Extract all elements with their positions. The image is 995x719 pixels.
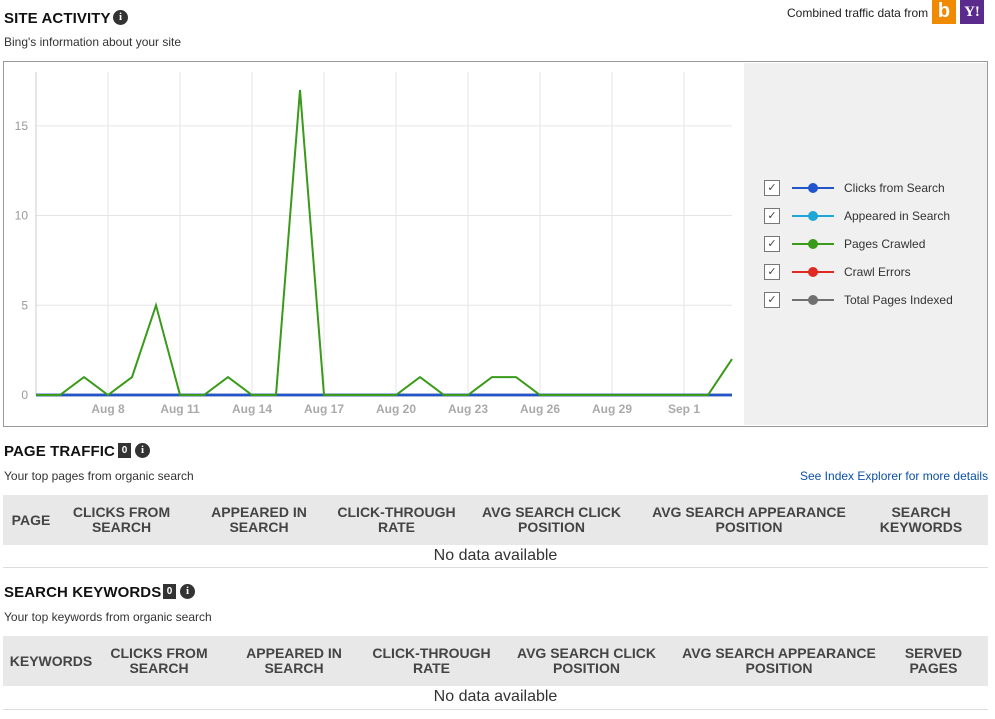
legend-checkbox[interactable]: ✓ (764, 236, 780, 252)
divider (3, 567, 988, 568)
page-traffic-title: PAGE TRAFFIC (4, 443, 115, 460)
divider (3, 709, 988, 710)
x-tick-label: Aug 20 (376, 402, 416, 416)
empty-table-message: No data available (433, 688, 558, 705)
column-header[interactable]: AVG SEARCH CLICK POSITION (459, 505, 644, 535)
column-header[interactable]: CLICKS FROM SEARCH (99, 646, 219, 676)
x-tick-label: Aug 8 (91, 402, 125, 416)
column-header[interactable]: SERVED PAGES (879, 646, 988, 676)
search-keywords-title: SEARCH KEYWORDS (4, 584, 162, 601)
chart-plot: 0 5 10 15 Aug 8 Aug 11 Aug 14 Aug 17 Aug 20 Aug 2… (15, 72, 733, 416)
column-header[interactable]: APPEARED IN SEARCH (184, 505, 334, 535)
site-activity-subtitle: Bing's information about your site (4, 35, 182, 49)
column-header[interactable]: CLICK-THROUGH RATE (334, 505, 459, 535)
column-header[interactable]: CLICK-THROUGH RATE (369, 646, 494, 676)
y-tick-label: 10 (15, 209, 29, 223)
info-icon[interactable]: i (135, 443, 150, 458)
x-tick-label: Sep 1 (668, 402, 700, 416)
legend-label: Clicks from Search (844, 181, 945, 195)
legend-dot-icon (808, 267, 818, 277)
legend-checkbox[interactable]: ✓ (764, 208, 780, 224)
legend-label: Appeared in Search (844, 209, 951, 223)
yahoo-logo: Y! (960, 0, 984, 24)
combined-traffic-label: Combined traffic data from (787, 6, 929, 20)
y-tick-label: 5 (21, 298, 28, 312)
x-tick-label: Aug 29 (592, 402, 632, 416)
legend-checkbox[interactable]: ✓ (764, 180, 780, 196)
column-header[interactable]: AVG SEARCH APPEARANCE POSITION (679, 646, 879, 676)
info-icon[interactable]: i (180, 584, 195, 599)
column-header[interactable]: APPEARED IN SEARCH (219, 646, 369, 676)
search-keywords-table-header: KEYWORDS CLICKS FROM SEARCH APPEARED IN … (3, 636, 988, 686)
legend-label: Total Pages Indexed (844, 293, 953, 307)
page-traffic-table-header: PAGE CLICKS FROM SEARCH APPEARED IN SEAR… (3, 495, 988, 545)
legend-checkbox[interactable]: ✓ (764, 292, 780, 308)
search-keywords-count: 0 (163, 584, 176, 599)
search-keywords-subtitle: Your top keywords from organic search (4, 610, 212, 624)
x-tick-label: Aug 14 (232, 402, 272, 416)
legend-label: Crawl Errors (844, 265, 911, 279)
column-header[interactable]: AVG SEARCH APPEARANCE POSITION (644, 505, 854, 535)
column-header[interactable]: SEARCH KEYWORDS (854, 505, 988, 535)
column-header[interactable]: AVG SEARCH CLICK POSITION (494, 646, 679, 676)
column-header[interactable]: CLICKS FROM SEARCH (59, 505, 184, 535)
legend-dot-icon (808, 295, 818, 305)
legend-dot-icon (808, 183, 818, 193)
legend-label: Pages Crawled (844, 237, 926, 251)
site-activity-title: SITE ACTIVITY (4, 10, 111, 27)
index-explorer-link[interactable]: See Index Explorer for more details (800, 469, 988, 483)
empty-table-message: No data available (433, 547, 558, 564)
page-traffic-subtitle: Your top pages from organic search (4, 469, 194, 483)
x-tick-label: Aug 26 (520, 402, 560, 416)
info-icon[interactable]: i (113, 10, 128, 25)
y-tick-label: 15 (15, 119, 29, 133)
x-tick-label: Aug 17 (304, 402, 344, 416)
x-tick-label: Aug 23 (448, 402, 488, 416)
chart-legend: ✓ Clicks from Search ✓ Appeared in Search ✓ P… (744, 63, 987, 425)
x-tick-label: Aug 11 (160, 402, 200, 416)
legend-dot-icon (808, 211, 818, 221)
legend-dot-icon (808, 239, 818, 249)
bing-logo: b (932, 0, 956, 24)
page-traffic-count: 0 (118, 443, 131, 458)
site-activity-chart: 0 5 10 15 Aug 8 Aug 11 Aug 14 Aug 17 Aug 20 Aug 2… (3, 61, 988, 427)
legend-checkbox[interactable]: ✓ (764, 264, 780, 280)
column-header[interactable]: KEYWORDS (3, 653, 99, 669)
column-header[interactable]: PAGE (3, 512, 59, 528)
y-tick-label: 0 (21, 388, 28, 402)
series-line-pages-crawled (36, 89, 733, 397)
